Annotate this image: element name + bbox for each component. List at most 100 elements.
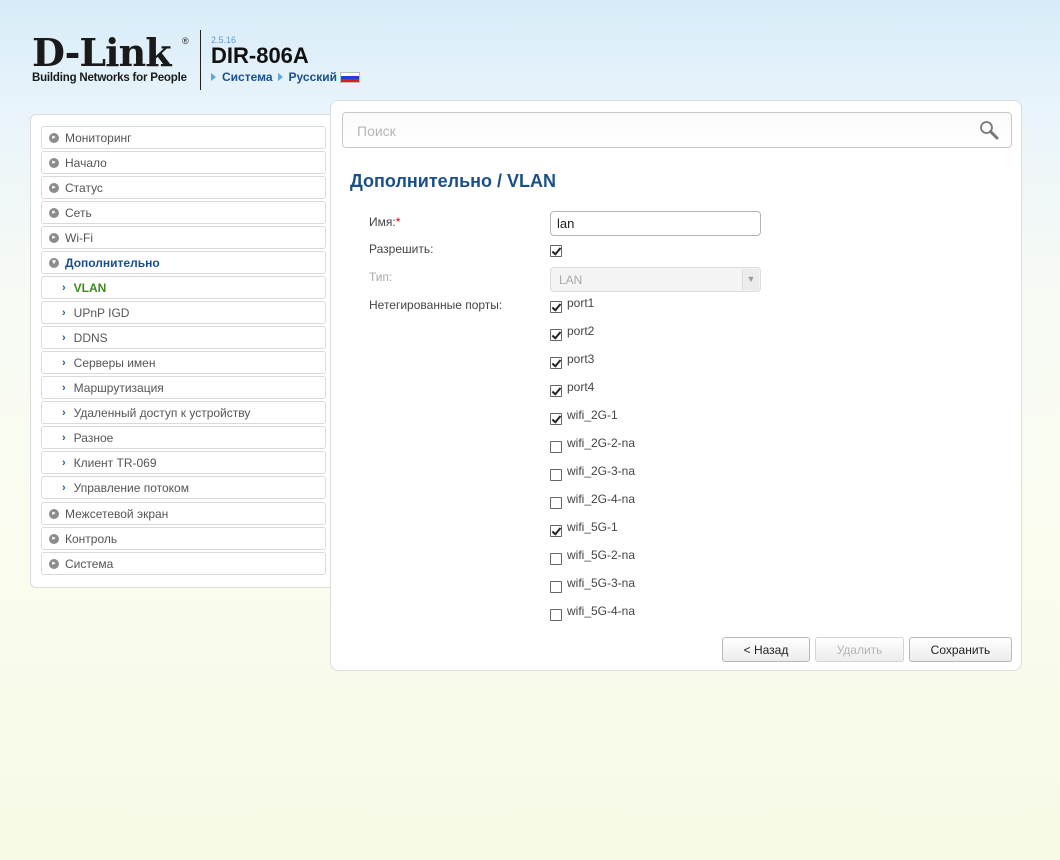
sidebar-item-remote-access[interactable]: › Удаленный доступ к устройству [41,401,326,424]
sidebar-item-dns-servers[interactable]: › Серверы имен [41,351,326,374]
sidebar-item-label: Удаленный доступ к устройству [73,405,251,420]
system-link[interactable]: Система [222,70,273,84]
collapse-icon: ▾ [49,257,59,268]
triangle-icon [211,73,216,81]
untagged-ports-label: Нетегированные порты: [369,298,503,312]
sidebar-item-system[interactable]: ▸ Система [41,552,326,575]
chevron-right-icon: › [62,381,66,394]
sidebar-item-label: VLAN [73,280,107,295]
language-link[interactable]: Русский [289,70,338,84]
chevron-right-icon: › [62,481,66,494]
type-select[interactable]: LAN ▼ [550,267,761,292]
search-input[interactable] [355,122,959,140]
header-links: Система Русский [211,70,361,84]
registered-mark: ® [182,36,189,46]
expand-icon: ▸ [49,182,59,193]
model-name: DIR-806A [211,43,309,68]
sidebar-item-label: DDNS [73,330,108,345]
sidebar-item-status[interactable]: ▸ Статус [41,176,326,199]
sidebar-item-label: Межсетевой экран [65,506,169,521]
sidebar-item-label: Серверы имен [73,355,156,370]
sidebar-item-label: Клиент TR-069 [73,455,157,470]
name-label: Имя:* [369,215,400,229]
sidebar-item-flow-control[interactable]: › Управление потоком [41,476,326,499]
type-label: Тип: [369,270,393,284]
port-label: wifi_5G-4-na [567,604,636,618]
russia-flag-icon[interactable] [340,71,361,83]
port-checkbox-wifi-2g-4[interactable] [550,497,562,509]
sidebar-item-network[interactable]: ▸ Сеть [41,201,326,224]
port-checkbox-wifi-5g-1[interactable] [550,525,562,537]
port-label: wifi_5G-2-na [567,548,636,562]
port-checkbox-port4[interactable] [550,385,562,397]
page-title: Дополнительно / VLAN [350,171,557,191]
sidebar-item-vlan[interactable]: › VLAN [41,276,326,299]
port-checkbox-wifi-5g-4[interactable] [550,609,562,621]
chevron-right-icon: › [62,406,66,419]
sidebar-item-routing[interactable]: › Маршрутизация [41,376,326,399]
vlan-name-input[interactable] [550,211,761,236]
logo-tagline: Building Networks for People [32,72,187,84]
content-panel: Дополнительно / VLAN Имя:* Разрешить: Ти… [330,100,1022,671]
port-label: wifi_5G-3-na [567,576,636,590]
chevron-right-icon: › [62,281,66,294]
sidebar-item-wifi[interactable]: ▸ Wi-Fi [41,226,326,249]
enable-checkbox[interactable] [550,245,562,257]
required-mark: * [395,215,401,229]
save-button[interactable]: Сохранить [909,637,1012,662]
port-label: wifi_2G-2-na [567,436,636,450]
port-checkbox-port1[interactable] [550,301,562,313]
expand-icon: ▸ [49,533,59,544]
sidebar-item-control[interactable]: ▸ Контроль [41,527,326,550]
port-checkbox-wifi-5g-2[interactable] [550,553,562,565]
sidebar-item-label: Дополнительно [65,255,160,270]
delete-button[interactable]: Удалить [815,637,904,662]
sidebar-item-label: Мониторинг [65,130,132,145]
sidebar-item-monitoring[interactable]: ▸ Мониторинг [41,126,326,149]
expand-icon: ▸ [49,232,59,243]
sidebar-item-label: Статус [65,180,103,195]
sidebar-item-label: Wi-Fi [65,230,93,245]
port-label: port4 [567,380,595,394]
triangle-icon [277,73,283,81]
expand-icon: ▸ [49,558,59,569]
port-checkbox-wifi-5g-3[interactable] [550,581,562,593]
expand-icon: ▸ [49,132,59,143]
sidebar-item-firewall[interactable]: ▸ Межсетевой экран [41,502,326,525]
name-label-text: Имя: [369,215,396,229]
type-select-value: LAN [559,273,583,287]
back-button[interactable]: < Назад [722,637,810,662]
port-checkbox-wifi-2g-3[interactable] [550,469,562,481]
sidebar-item-advanced[interactable]: ▾ Дополнительно [41,251,326,274]
port-label: wifi_2G-4-na [567,492,636,506]
port-label: port1 [567,296,595,310]
chevron-down-icon: ▼ [742,269,759,290]
sidebar-item-tr069[interactable]: › Клиент TR-069 [41,451,326,474]
sidebar-item-label: Контроль [65,531,118,546]
chevron-right-icon: › [62,356,66,369]
search-icon[interactable] [979,120,999,140]
port-label: port3 [567,352,595,366]
sidebar-item-ddns[interactable]: › DDNS [41,326,326,349]
dlink-logo: D-Link ® Building Networks for People [32,34,192,86]
port-checkbox-port2[interactable] [550,329,562,341]
sidebar-item-label: Сеть [65,205,92,220]
sidebar-item-start[interactable]: ▸ Начало [41,151,326,174]
chevron-right-icon: › [62,306,66,319]
sidebar-item-label: Разное [73,430,114,445]
logo-wordmark: D-Link [32,30,172,75]
enable-label: Разрешить: [369,242,434,256]
port-label: wifi_2G-1 [567,408,618,422]
port-checkbox-port3[interactable] [550,357,562,369]
sidebar-item-upnp[interactable]: › UPnP IGD [41,301,326,324]
port-checkbox-wifi-2g-1[interactable] [550,413,562,425]
chevron-right-icon: › [62,431,66,444]
port-label: wifi_5G-1 [567,520,618,534]
sidebar-item-label: Маршрутизация [73,380,164,395]
expand-icon: ▸ [49,508,59,519]
expand-icon: ▸ [49,207,59,218]
chevron-right-icon: › [62,456,66,469]
sidebar-item-misc[interactable]: › Разное [41,426,326,449]
header-divider [200,30,201,90]
port-checkbox-wifi-2g-2[interactable] [550,441,562,453]
